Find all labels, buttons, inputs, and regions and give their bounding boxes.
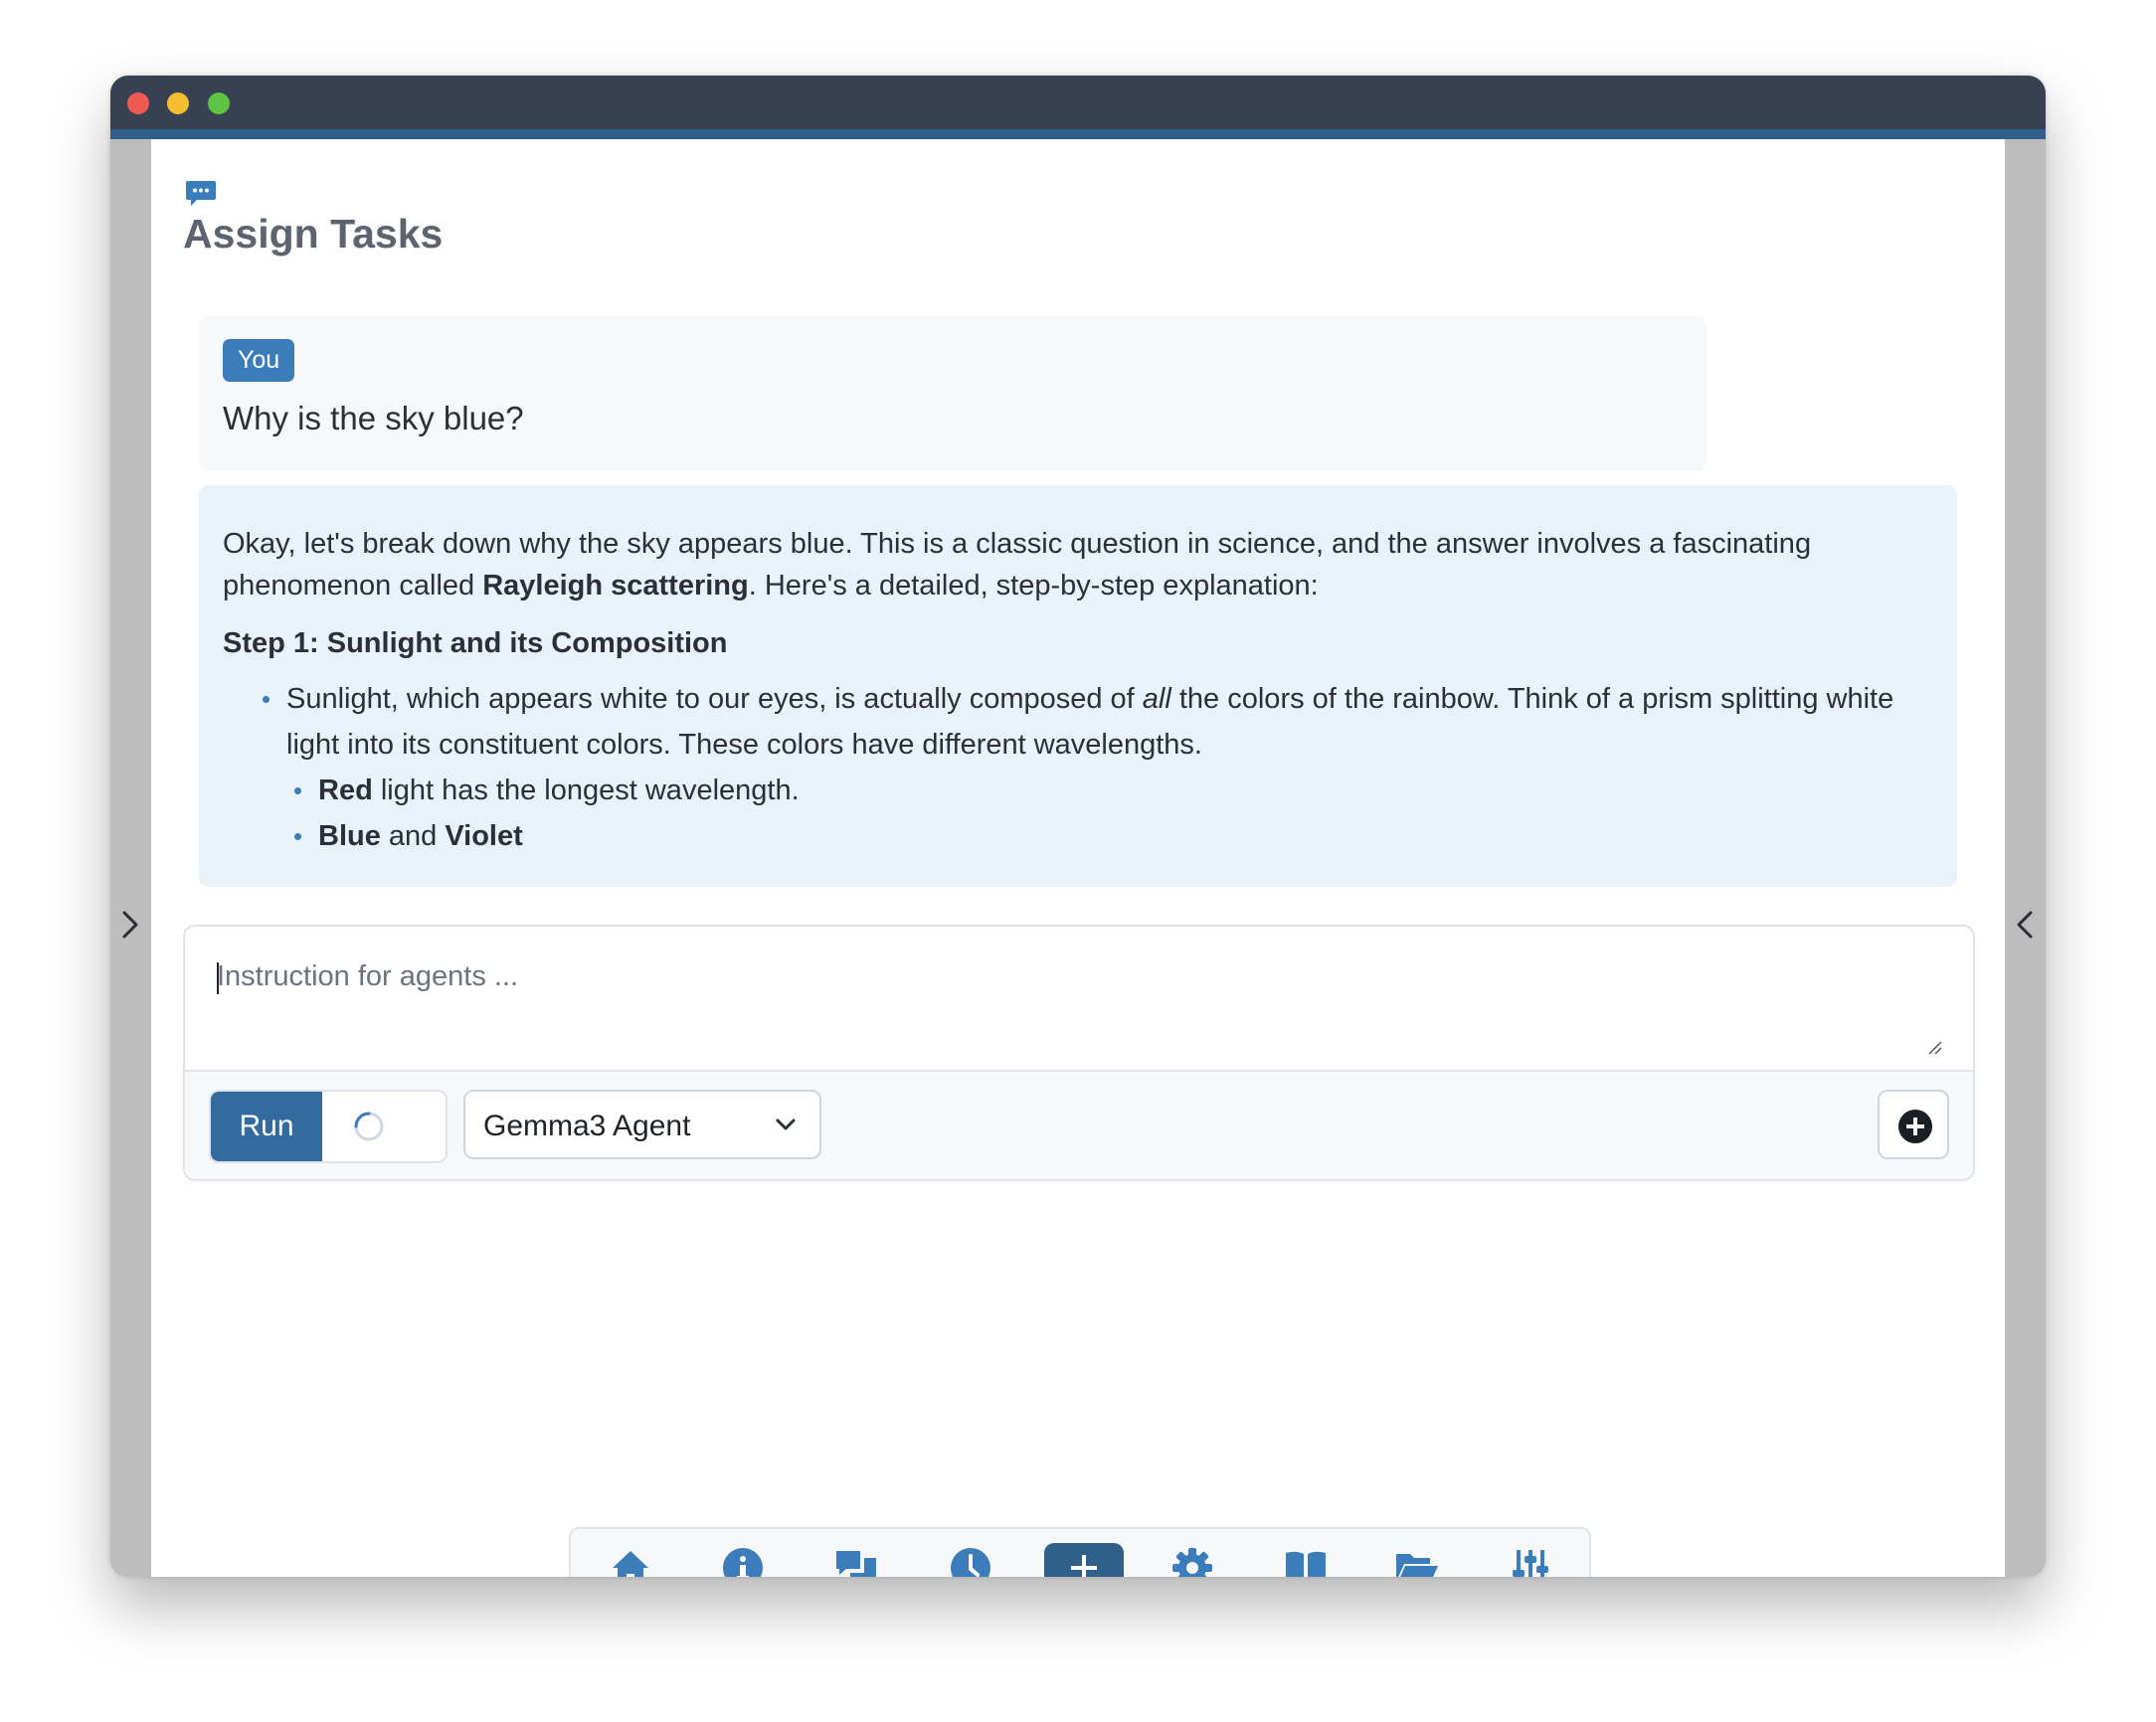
agent-intro: Okay, let's break down why the sky appea…	[223, 528, 1812, 602]
right-sidebar-toggle[interactable]	[2005, 139, 2046, 1577]
page-title: Assign Tasks	[183, 211, 444, 257]
list-item: Red light has the longest wavelength.	[294, 768, 1937, 813]
list-item: Blue and Violet	[294, 813, 1937, 859]
composer-toolbar: Run Gemma3 Agent	[185, 1070, 1973, 1179]
text-caret	[217, 962, 219, 994]
sliders-icon[interactable]	[1506, 1543, 1555, 1577]
resize-handle-icon[interactable]	[1925, 1038, 1943, 1056]
app-window: Assign Tasks You Why is the sky blue? Ok…	[110, 76, 2046, 1577]
close-window-button[interactable]	[127, 92, 149, 114]
add-button[interactable]	[1878, 1090, 1949, 1159]
agent-step-heading: Step 1: Sunlight and its Composition	[223, 627, 728, 659]
files-icon[interactable]	[1392, 1543, 1442, 1577]
maximize-window-button[interactable]	[208, 92, 230, 114]
home-icon[interactable]	[606, 1543, 655, 1577]
task-composer: Run Gemma3 Agent	[183, 925, 1975, 1181]
history-icon[interactable]	[946, 1543, 995, 1577]
chevron-left-icon	[2017, 911, 2033, 939]
loading-spinner-icon	[354, 1112, 384, 1141]
user-message-text: Why is the sky blue?	[223, 400, 524, 436]
agent-select-value: Gemma3 Agent	[483, 1110, 691, 1142]
chat-dots-icon	[186, 181, 216, 206]
info-icon[interactable]	[718, 1543, 768, 1577]
agent-select[interactable]: Gemma3 Agent	[463, 1090, 821, 1159]
agent-bullet-list: Sunlight, which appears white to our eye…	[223, 676, 1937, 859]
left-sidebar-toggle[interactable]	[110, 139, 151, 1577]
instruction-input[interactable]	[185, 927, 1973, 1070]
user-badge: You	[223, 339, 295, 382]
list-item: Sunlight, which appears white to our eye…	[263, 676, 1937, 859]
minimize-window-button[interactable]	[167, 92, 189, 114]
bottom-nav	[569, 1527, 1591, 1577]
chat-icon[interactable]	[831, 1543, 881, 1577]
title-bar-accent	[110, 129, 2046, 139]
title-bar	[110, 76, 2046, 129]
agent-message: Okay, let's break down why the sky appea…	[199, 485, 1957, 887]
run-group: Run	[209, 1090, 448, 1163]
new-task-icon[interactable]	[1044, 1543, 1124, 1577]
settings-icon[interactable]	[1168, 1543, 1217, 1577]
plus-circle-icon	[1898, 1110, 1932, 1143]
docs-icon[interactable]	[1281, 1543, 1331, 1577]
user-message: You Why is the sky blue?	[199, 316, 1707, 471]
run-button[interactable]: Run	[211, 1092, 322, 1161]
main-content: Assign Tasks You Why is the sky blue? Ok…	[151, 139, 2005, 1577]
chevron-down-icon	[776, 1119, 796, 1130]
chevron-right-icon	[122, 911, 138, 939]
